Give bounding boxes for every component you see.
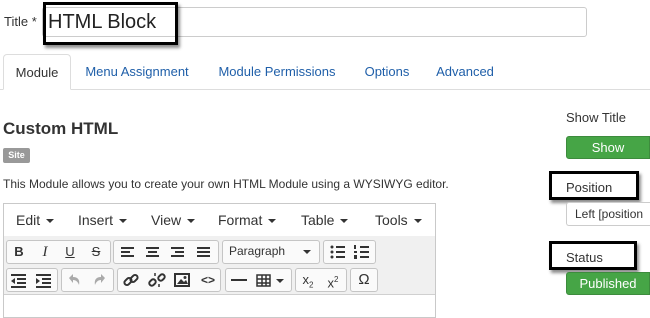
- format-dropdown[interactable]: Paragraph: [222, 240, 320, 264]
- menu-format[interactable]: Format: [218, 212, 277, 228]
- position-select[interactable]: Left [position: [566, 202, 650, 226]
- format-dropdown-label: Paragraph: [229, 244, 286, 258]
- image-icon[interactable]: [171, 269, 193, 291]
- tab-advanced[interactable]: Advanced: [426, 54, 504, 90]
- tab-options[interactable]: Options: [354, 54, 420, 90]
- undo-icon[interactable]: [63, 269, 85, 291]
- underline-icon[interactable]: U: [58, 241, 82, 263]
- special-char-icon[interactable]: Ω: [352, 269, 376, 291]
- show-title-button[interactable]: Show: [566, 136, 650, 159]
- align-justify-icon[interactable]: [194, 241, 214, 263]
- bullet-list-icon[interactable]: [327, 241, 349, 263]
- menu-tools[interactable]: Tools: [375, 212, 422, 228]
- chevron-down-icon: [268, 219, 277, 224]
- table-icon[interactable]: [254, 269, 290, 291]
- status-published-button[interactable]: Published: [566, 272, 650, 295]
- module-description: This Module allows you to create your ow…: [3, 177, 449, 191]
- code-icon[interactable]: <>: [197, 269, 219, 291]
- menu-insert[interactable]: Insert: [78, 212, 128, 228]
- align-left-icon[interactable]: [118, 241, 138, 263]
- horizontal-rule-icon[interactable]: [228, 269, 250, 291]
- subscript-icon[interactable]: x2: [297, 269, 319, 291]
- tab-module-permissions[interactable]: Module Permissions: [206, 54, 348, 90]
- chevron-down-icon: [119, 219, 128, 224]
- module-heading: Custom HTML: [3, 119, 119, 138]
- chevron-down-icon: [413, 219, 422, 224]
- chevron-down-icon: [303, 250, 311, 254]
- menu-view[interactable]: View: [151, 212, 196, 228]
- strikethrough-icon[interactable]: S: [84, 241, 108, 263]
- tab-menu-assignment[interactable]: Menu Assignment: [74, 54, 200, 90]
- chevron-down-icon: [46, 219, 55, 224]
- bold-icon[interactable]: B: [7, 241, 31, 263]
- tab-module[interactable]: Module: [3, 54, 71, 90]
- superscript-icon[interactable]: x2: [322, 269, 344, 291]
- numbered-list-icon[interactable]: [351, 241, 373, 263]
- italic-icon[interactable]: I: [33, 241, 57, 263]
- show-title-label: Show Title: [566, 110, 626, 125]
- align-center-icon[interactable]: [143, 241, 163, 263]
- chevron-down-icon: [187, 219, 196, 224]
- link-icon[interactable]: [120, 269, 142, 291]
- chevron-down-icon: [340, 219, 349, 224]
- menu-table[interactable]: Table: [301, 212, 349, 228]
- outdent-icon[interactable]: [8, 269, 30, 291]
- unlink-icon[interactable]: [146, 269, 168, 291]
- title-label: Title *: [4, 14, 37, 29]
- align-right-icon[interactable]: [168, 241, 188, 263]
- status-callout-box: [549, 241, 637, 270]
- title-callout-box: [43, 2, 178, 45]
- redo-icon[interactable]: [89, 269, 111, 291]
- site-badge: Site: [3, 148, 30, 163]
- indent-icon[interactable]: [33, 269, 55, 291]
- position-callout-box: [549, 171, 639, 200]
- menu-edit[interactable]: Edit: [16, 212, 55, 228]
